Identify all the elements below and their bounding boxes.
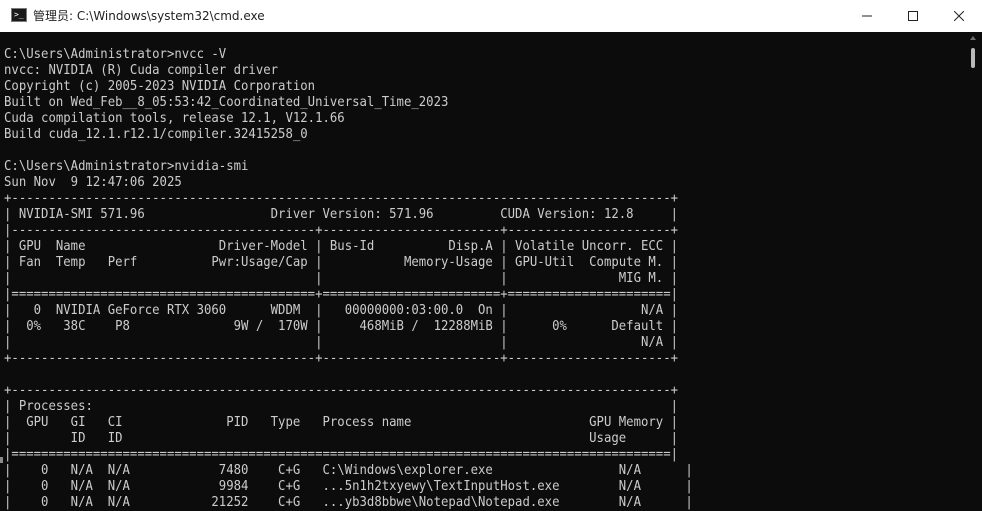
terminal-line: | 0 N/A N/A 21252 C+G ...yb3d8bbwe\Notep…: [4, 494, 693, 510]
terminal-line: +---------------------------------------…: [4, 350, 679, 366]
terminal-line: C:\Users\Administrator>nvcc -V: [4, 46, 227, 62]
terminal-line: +---------------------------------------…: [4, 382, 679, 398]
terminal-line: C:\Users\Administrator>nvidia-smi: [4, 158, 249, 174]
terminal-line: | Processes: |: [4, 398, 679, 414]
terminal-line: Build cuda_12.1.r12.1/compiler.32415258_…: [4, 126, 308, 142]
terminal-line: | Fan Temp Perf Pwr:Usage/Cap | Memory-U…: [4, 254, 679, 270]
minimize-button[interactable]: [844, 0, 890, 32]
maximize-icon: [908, 11, 918, 21]
terminal-line: |=======================================…: [4, 286, 679, 302]
terminal-line: |---------------------------------------…: [4, 222, 679, 238]
terminal-line: | ID ID Usage |: [4, 430, 679, 446]
terminal-line: | 0 NVIDIA GeForce RTX 3060 WDDM | 00000…: [4, 302, 679, 318]
terminal-line: +---------------------------------------…: [4, 190, 679, 206]
terminal-line: | | | N/A |: [4, 334, 679, 350]
scroll-thumb[interactable]: [971, 48, 975, 68]
title-bar[interactable]: >_ 管理员: C:\Windows\system32\cmd.exe: [0, 0, 982, 32]
minimize-icon: [862, 15, 872, 17]
terminal-line: Cuda compilation tools, release 12.1, V1…: [4, 110, 345, 126]
terminal-line: nvcc: NVIDIA (R) Cuda compiler driver: [4, 62, 279, 78]
prompt-glyph: >_: [14, 10, 24, 19]
edge-marker: [0, 457, 3, 463]
terminal-line: Copyright (c) 2005-2023 NVIDIA Corporati…: [4, 78, 316, 94]
terminal-line: |=======================================…: [4, 446, 679, 462]
cmd-prompt-icon[interactable]: >_: [11, 8, 27, 22]
terminal-line: | 0 N/A N/A 9984 C+G ...5n1h2txyewy\Text…: [4, 478, 693, 494]
terminal-line: Sun Nov 9 12:47:06 2025: [4, 174, 182, 190]
close-icon: [954, 11, 964, 21]
window-title: 管理员: C:\Windows\system32\cmd.exe: [33, 9, 265, 23]
vertical-scrollbar[interactable]: [966, 32, 982, 511]
cmd-window: >_ 管理员: C:\Windows\system32\cmd.exe C:\U…: [0, 0, 982, 511]
scroll-up-arrow-icon[interactable]: [970, 36, 976, 40]
terminal-line: Built on Wed_Feb__8_05:53:42_Coordinated…: [4, 94, 449, 110]
terminal-line: | NVIDIA-SMI 571.96 Driver Version: 571.…: [4, 206, 679, 222]
terminal-line: | GPU Name Driver-Model | Bus-Id Disp.A …: [4, 238, 679, 254]
terminal-line: | 0 N/A N/A 7480 C+G C:\Windows\explorer…: [4, 462, 693, 478]
close-button[interactable]: [936, 0, 982, 32]
terminal-text: C:\Users\Administrator>nvcc -V nvcc: NVI…: [4, 46, 693, 510]
terminal-output[interactable]: C:\Users\Administrator>nvcc -V nvcc: NVI…: [0, 32, 966, 511]
maximize-button[interactable]: [890, 0, 936, 32]
terminal-line: | | | MIG M. |: [4, 270, 679, 286]
terminal-line: | GPU GI CI PID Type Process name GPU Me…: [4, 414, 679, 430]
terminal-line: | 0% 38C P8 9W / 170W | 468MiB / 12288Mi…: [4, 318, 679, 334]
